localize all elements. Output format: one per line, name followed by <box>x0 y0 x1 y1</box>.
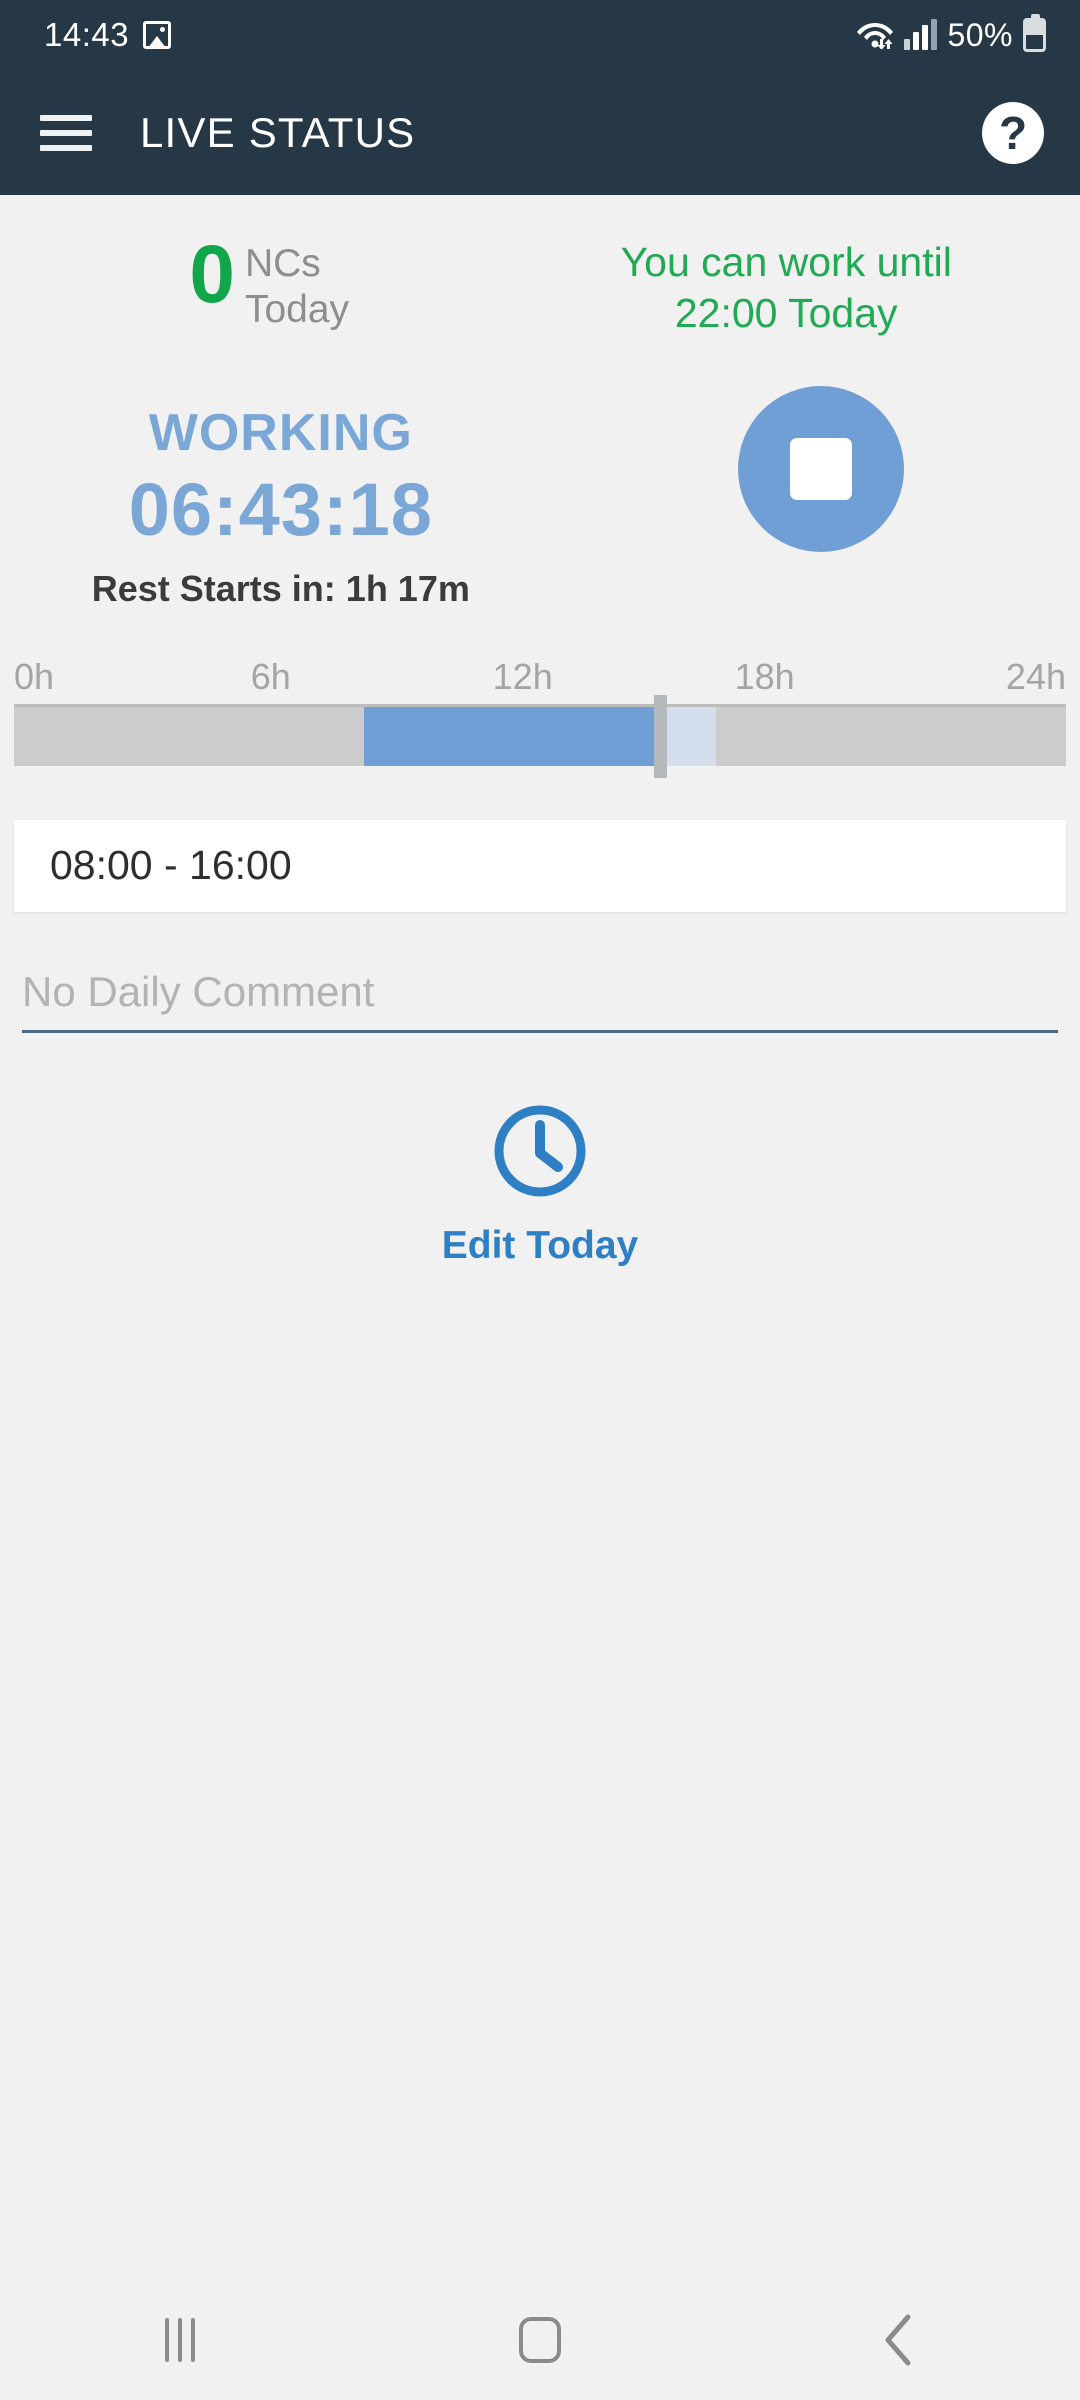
gallery-icon <box>143 21 172 49</box>
question-mark-icon[interactable]: ? <box>982 101 1044 164</box>
signal-icon <box>904 19 938 50</box>
status-bar-left: 14:43 <box>44 16 172 54</box>
live-status-row: WORKING 06:43:18 Rest Starts in: 1h 17m <box>0 385 1080 628</box>
daily-comment-input[interactable] <box>22 967 1058 1030</box>
status-timer: 06:43:18 <box>128 468 433 551</box>
timeline-tick-6h: 6h <box>250 655 291 697</box>
timeline-tick-24h: 24h <box>1005 655 1066 697</box>
app-bar: LIVE STATUS ? <box>0 70 1080 195</box>
status-state-label: WORKING <box>148 404 413 462</box>
summary-row: 0 NCs Today You can work until 22:00 Tod… <box>0 195 1080 340</box>
nc-label: NCs Today <box>245 237 349 332</box>
stop-button-area <box>562 385 1080 628</box>
status-bar-right: 50% <box>856 14 1046 54</box>
shift-schedule-card[interactable]: 08:00 - 16:00 <box>14 819 1066 912</box>
timeline-tick-12h: 12h <box>492 655 553 697</box>
day-timeline: 0h 6h 12h 18h 24h <box>0 656 1080 778</box>
nc-summary: 0 NCs Today <box>0 229 518 340</box>
rest-notice: Rest Starts in: 1h 17m <box>91 568 470 609</box>
work-until-notice: You can work until 22:00 Today <box>518 237 1080 340</box>
status-bar-clock: 14:43 <box>44 16 130 53</box>
timeline-tick-18h: 18h <box>734 655 795 697</box>
timeline-current-time-marker <box>653 694 667 778</box>
nc-count: 0 <box>189 229 235 320</box>
stop-button[interactable] <box>737 385 904 552</box>
main-content: 0 NCs Today You can work until 22:00 Tod… <box>0 195 1080 2205</box>
clock-icon <box>488 1099 592 1208</box>
battery-icon <box>1023 14 1046 52</box>
android-navigation-bar <box>0 2280 1080 2400</box>
edit-today-label: Edit Today <box>441 1223 639 1267</box>
work-until-line2: 22:00 Today <box>674 290 898 337</box>
timeline-active-segment <box>364 706 658 766</box>
back-icon[interactable] <box>720 2311 1080 2369</box>
home-icon[interactable] <box>360 2317 720 2363</box>
edit-today-button[interactable]: Edit Today <box>0 1099 1080 1268</box>
system-status-bar: 14:43 50% <box>0 0 1080 70</box>
timeline-track[interactable] <box>14 694 1066 778</box>
nc-label-line1: NCs <box>244 242 321 285</box>
status-text-block: WORKING 06:43:18 Rest Starts in: 1h 17m <box>0 403 562 610</box>
daily-comment-field <box>22 967 1058 1033</box>
nc-label-line2: Today <box>244 287 350 331</box>
timeline-tick-0h: 0h <box>14 655 55 697</box>
work-until-line1: You can work until <box>620 239 952 285</box>
battery-percent-label: 50% <box>947 16 1013 53</box>
hamburger-menu-icon[interactable] <box>38 111 94 155</box>
recents-icon[interactable] <box>0 2318 360 2362</box>
page-title: LIVE STATUS <box>140 108 416 156</box>
daily-comment-underline <box>22 1029 1058 1033</box>
timeline-tick-labels: 0h 6h 12h 18h 24h <box>14 656 1066 704</box>
wifi-icon <box>856 17 894 54</box>
stop-square-icon <box>789 437 852 500</box>
shift-range-label: 08:00 - 16:00 <box>50 842 292 888</box>
